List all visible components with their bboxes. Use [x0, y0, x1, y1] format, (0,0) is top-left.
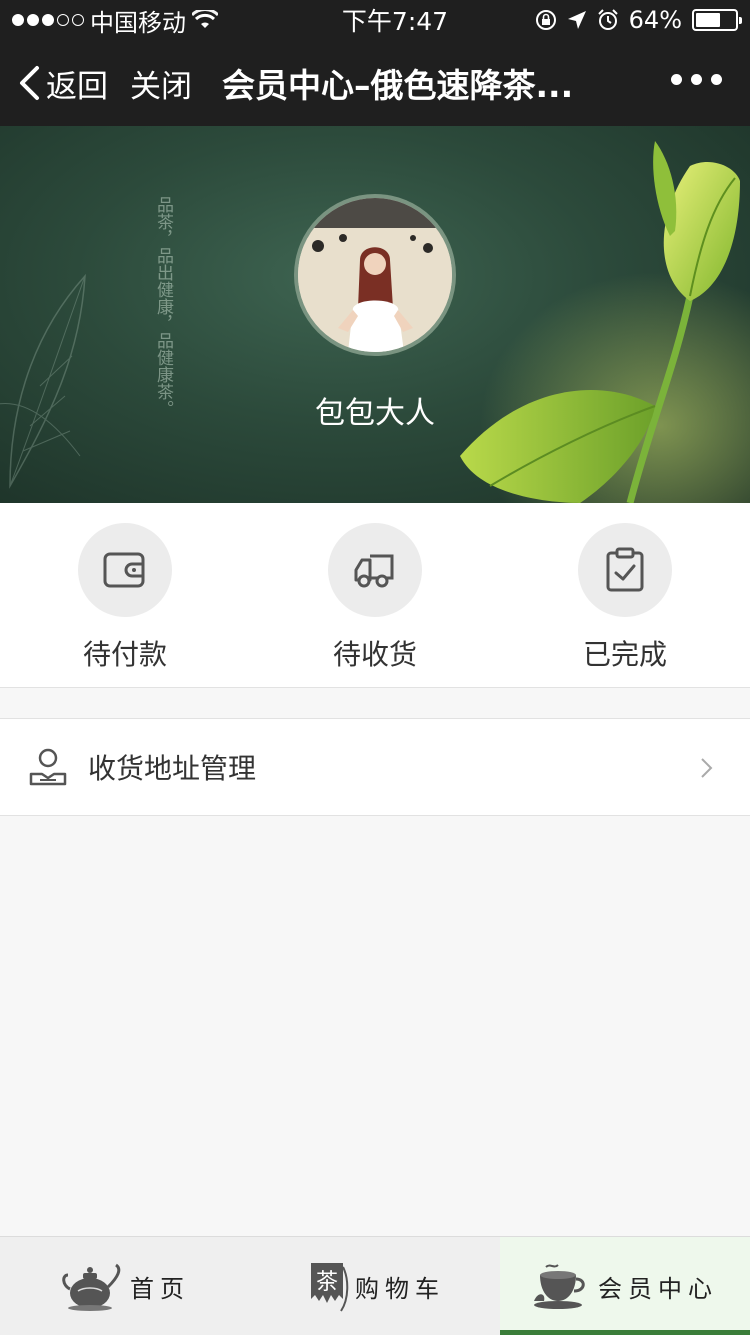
- tab-member-center[interactable]: 会员中心: [500, 1237, 750, 1335]
- clipboard-check-icon: [606, 547, 644, 592]
- tab-label: 会员中心: [598, 1274, 718, 1303]
- person-address-icon: [29, 748, 67, 786]
- alarm-icon: [597, 9, 618, 30]
- leaf-sketch-decoration: [0, 273, 86, 489]
- battery-percent: 64%: [628, 6, 682, 34]
- order-pending-delivery[interactable]: 待收货: [250, 503, 500, 687]
- teapot-icon: [62, 1263, 121, 1311]
- wifi-icon: [192, 10, 218, 28]
- location-icon: [567, 11, 586, 29]
- chevron-right-icon: [701, 758, 713, 778]
- svg-text:茶: 茶: [316, 1270, 338, 1295]
- address-label: 收货地址管理: [88, 752, 257, 785]
- tea-cup-icon: [534, 1264, 585, 1309]
- avatar[interactable]: [294, 194, 456, 356]
- bottom-tab-bar: 首页 茶 购物车 会员中心: [0, 1236, 750, 1335]
- more-menu-icon[interactable]: [671, 74, 722, 85]
- signal-strength-icon: [12, 14, 84, 26]
- tab-home[interactable]: 首页: [0, 1237, 250, 1335]
- truck-icon: [354, 554, 394, 588]
- close-button[interactable]: 关闭: [130, 61, 192, 106]
- order-pending-payment[interactable]: 待付款: [0, 503, 250, 687]
- page-title: 会员中心–俄色速降茶...: [222, 66, 574, 105]
- tab-label: 首页: [130, 1274, 190, 1303]
- battery-icon: [692, 9, 742, 31]
- tea-banner-icon: 茶: [311, 1263, 349, 1312]
- back-button[interactable]: 返回: [18, 61, 108, 106]
- avatar-photo: [298, 198, 452, 352]
- order-status-panel: 待付款 待收货 已完成: [0, 503, 750, 688]
- carrier-name: 中国移动: [90, 8, 186, 37]
- order-label: 待收货: [332, 638, 417, 671]
- nav-bar: 返回 关闭 会员中心–俄色速降茶...: [0, 40, 750, 126]
- status-time: 下午7:47: [341, 7, 449, 36]
- battery-fill: [696, 13, 721, 27]
- status-bar: 中国移动 下午7:47 64%: [0, 0, 750, 40]
- chevron-left-icon: [20, 66, 39, 100]
- order-label: 待付款: [82, 638, 167, 671]
- tab-cart[interactable]: 茶 购物车: [250, 1237, 500, 1335]
- order-completed[interactable]: 已完成: [500, 503, 750, 687]
- order-icon-bg: [578, 523, 672, 617]
- order-label: 已完成: [582, 638, 667, 671]
- status-right: 64%: [498, 6, 742, 34]
- tea-sprout-illustration: [450, 141, 750, 503]
- wallet-icon: [103, 552, 145, 588]
- rotation-lock-icon: [535, 10, 556, 30]
- order-icon-bg: [78, 523, 172, 617]
- username: 包包大人: [315, 396, 435, 431]
- slogan-vertical-text: 品茶，品出健康，品健康茶。: [153, 196, 173, 417]
- member-banner: 品茶，品出健康，品健康茶。 包包大人: [0, 126, 750, 503]
- tab-label: 购物车: [355, 1274, 445, 1303]
- status-left: 中国移动: [12, 3, 292, 38]
- address-management-row[interactable]: 收货地址管理: [0, 718, 750, 816]
- back-label: 返回: [46, 68, 108, 105]
- order-icon-bg: [328, 523, 422, 617]
